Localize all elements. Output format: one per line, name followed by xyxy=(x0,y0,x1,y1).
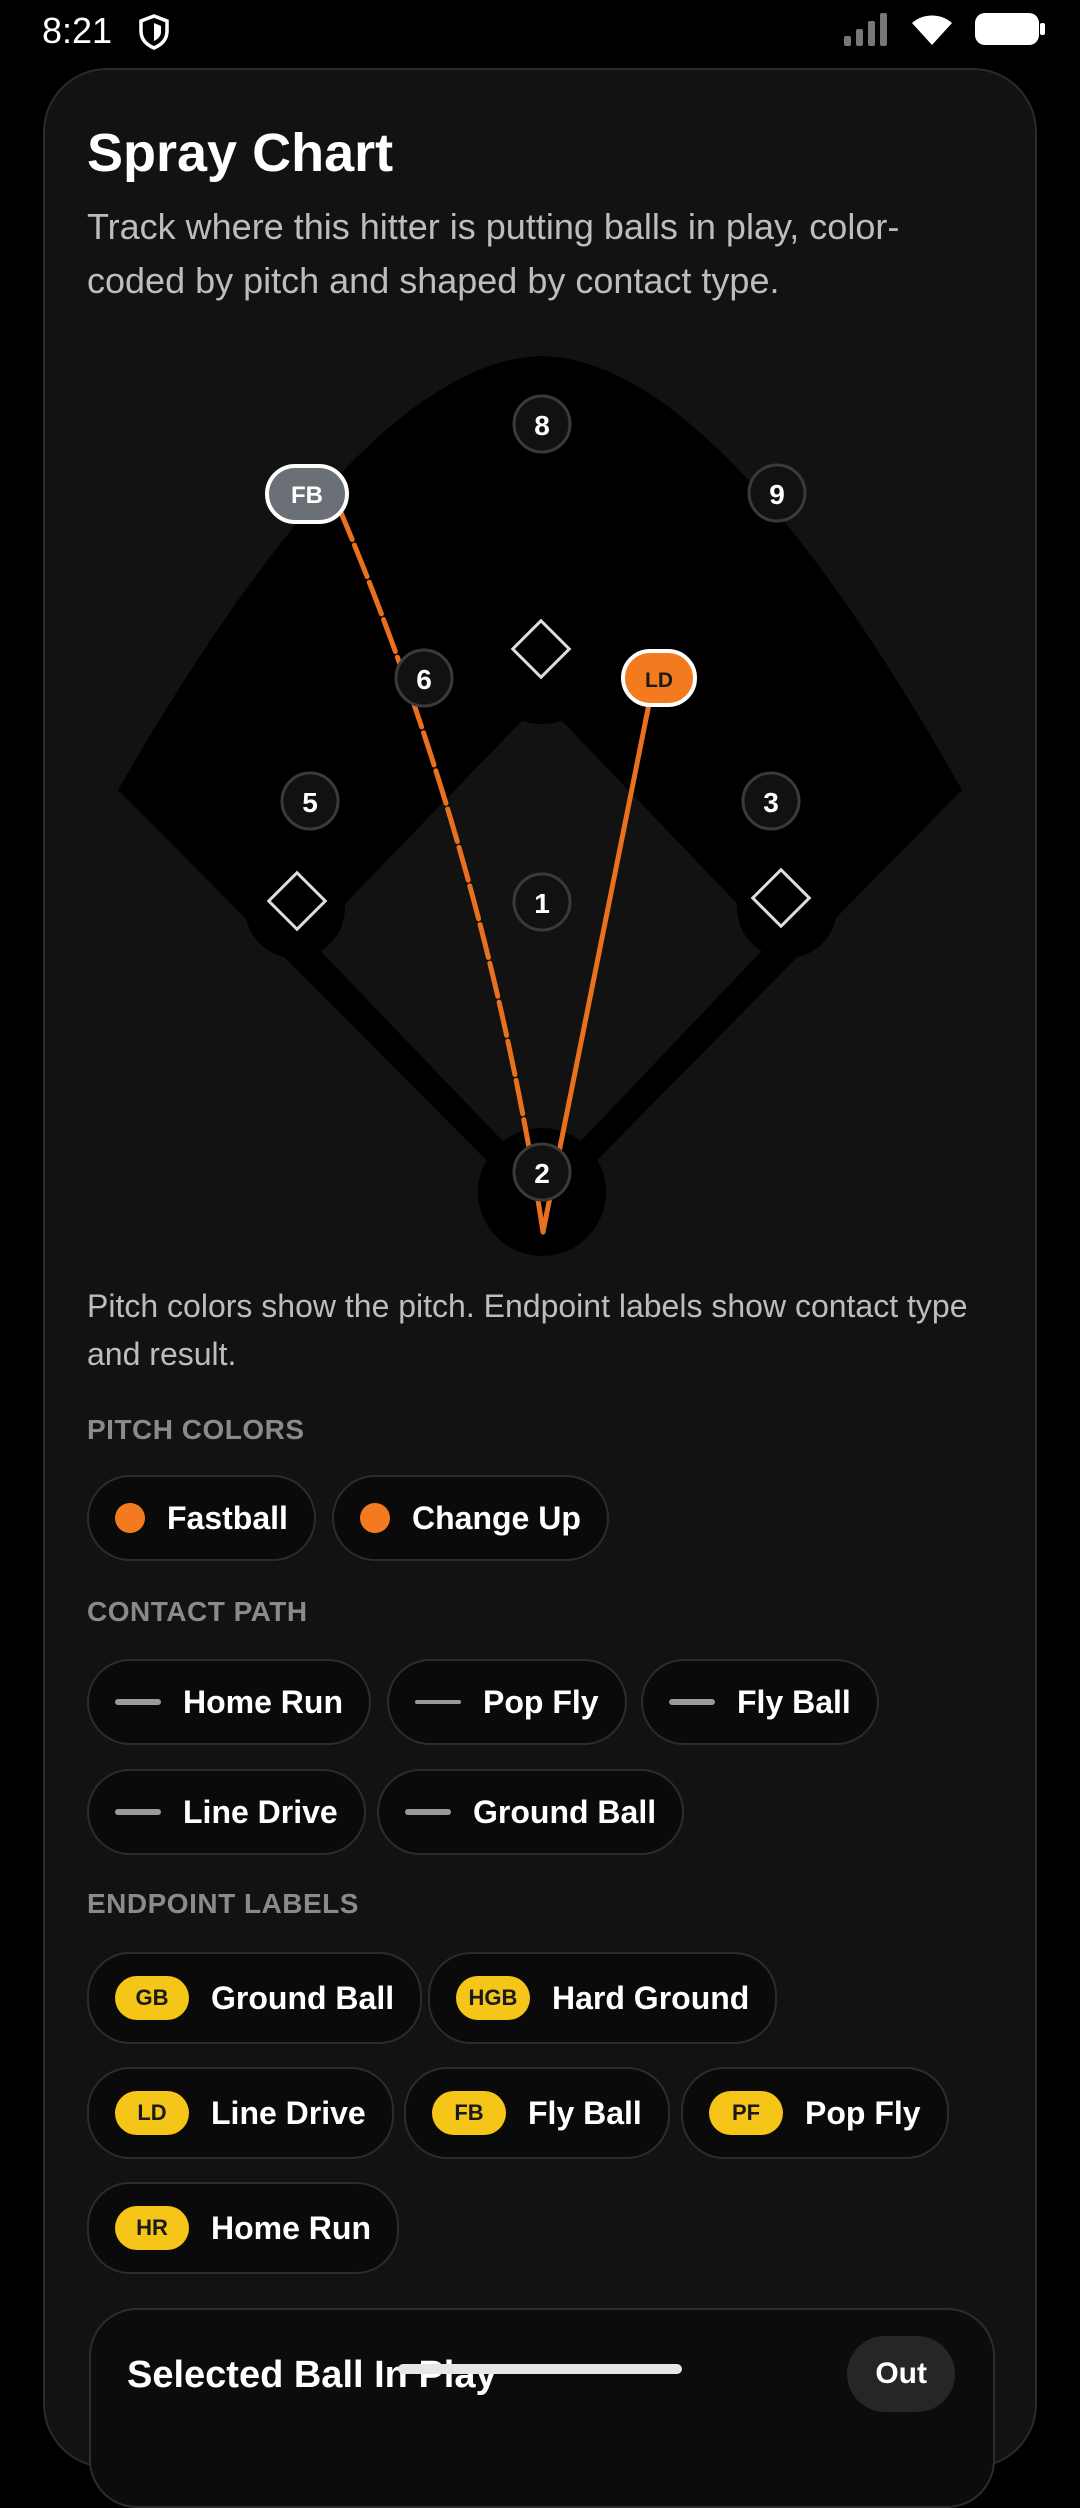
contact-chip-home-run[interactable]: Home Run xyxy=(87,1659,371,1745)
endpoint-chip-hr[interactable]: HR Home Run xyxy=(87,2182,399,2274)
shield-icon xyxy=(138,14,170,55)
position-marker-cf[interactable]: 8 xyxy=(512,394,572,454)
contact-chip-label: Fly Ball xyxy=(737,1683,851,1720)
ball-label-ld: LD xyxy=(645,669,673,692)
endpoint-chip-hgb[interactable]: HGB Hard Ground xyxy=(428,1952,778,2044)
legend-note: Pitch colors show the pitch. Endpoint la… xyxy=(87,1288,968,1372)
selected-ball-title: Selected Ball In Play xyxy=(127,2354,497,2396)
endpoint-chip-label: Ground Ball xyxy=(211,1979,395,2016)
contact-chip-ground-ball[interactable]: Ground Ball xyxy=(377,1769,685,1855)
pitch-chip-label: Change Up xyxy=(412,1499,581,1536)
position-marker-rf[interactable]: 9 xyxy=(747,463,807,523)
second-base-cutout xyxy=(478,596,606,724)
endpoint-chip-label: Hard Ground xyxy=(552,1979,750,2016)
path-style-swatch xyxy=(415,1700,461,1704)
endpoint-badge: LD xyxy=(115,2091,189,2135)
endpoint-labels-heading: ENDPOINT LABELS xyxy=(87,1888,359,1919)
wifi-icon xyxy=(910,12,954,51)
path-style-swatch xyxy=(115,1699,161,1705)
pitch-chip-label: Fastball xyxy=(167,1499,288,1536)
position-marker-c[interactable]: 2 xyxy=(512,1142,572,1202)
position-label-c: 2 xyxy=(534,1158,550,1189)
endpoint-chip-label: Fly Ball xyxy=(528,2094,642,2131)
home-indicator[interactable] xyxy=(398,2364,682,2374)
ball-label-fb: FB xyxy=(291,482,323,509)
pitch-colors-heading: PITCH COLORS xyxy=(87,1414,305,1445)
pitch-color-dot xyxy=(360,1503,390,1533)
first-base-cutout xyxy=(737,858,837,958)
position-marker-1b[interactable]: 3 xyxy=(741,771,801,831)
path-style-swatch xyxy=(405,1809,451,1815)
endpoint-chip-fb[interactable]: FB Fly Ball xyxy=(404,2067,670,2159)
pitch-color-dot xyxy=(115,1503,145,1533)
position-label-p: 1 xyxy=(534,888,550,919)
contact-chip-label: Home Run xyxy=(183,1683,343,1720)
status-time: 8:21 xyxy=(42,10,113,51)
position-label-3b: 5 xyxy=(302,787,318,818)
endpoint-chip-ld[interactable]: LD Line Drive xyxy=(87,2067,394,2159)
position-label-ss: 6 xyxy=(416,664,432,695)
position-marker-ss[interactable]: 6 xyxy=(394,648,454,708)
contact-chip-label: Pop Fly xyxy=(483,1683,599,1720)
position-marker-3b[interactable]: 5 xyxy=(280,771,340,831)
ball-marker-ld[interactable]: LD xyxy=(621,649,697,707)
battery-icon xyxy=(974,12,1046,51)
endpoint-chip-label: Line Drive xyxy=(211,2094,366,2131)
ball-marker-fb[interactable]: FB xyxy=(265,464,349,524)
signal-icon xyxy=(844,12,890,51)
result-badge: Out xyxy=(847,2336,955,2412)
endpoint-chip-gb[interactable]: GB Ground Ball xyxy=(87,1952,423,2044)
contact-chip-pop-fly[interactable]: Pop Fly xyxy=(387,1659,627,1745)
endpoint-chip-pf[interactable]: PF Pop Fly xyxy=(681,2067,949,2159)
contact-chip-fly-ball[interactable]: Fly Ball xyxy=(641,1659,879,1745)
endpoint-badge: HGB xyxy=(456,1976,530,2020)
pitch-chip-change-up[interactable]: Change Up xyxy=(332,1475,609,1561)
pitch-chip-fastball[interactable]: Fastball xyxy=(87,1475,316,1561)
position-label-rf: 9 xyxy=(769,479,785,510)
endpoint-chip-label: Home Run xyxy=(211,2209,371,2246)
contact-chip-label: Line Drive xyxy=(183,1793,338,1830)
selected-ball-card[interactable]: Selected Ball In Play Out xyxy=(89,2308,995,2508)
endpoint-badge: PF xyxy=(709,2091,783,2135)
spray-chart-card: Spray Chart Track where this hitter is p… xyxy=(43,68,1037,2508)
position-label-cf: 8 xyxy=(534,410,550,441)
position-marker-p[interactable]: 1 xyxy=(512,872,572,932)
path-style-swatch xyxy=(115,1809,161,1815)
contact-chip-label: Ground Ball xyxy=(473,1793,657,1830)
contact-chip-line-drive[interactable]: Line Drive xyxy=(87,1769,366,1855)
endpoint-chip-label: Pop Fly xyxy=(805,2094,921,2131)
baseball-field: 8 9 6 5 3 1 2 FB LD xyxy=(118,356,962,1256)
position-label-1b: 3 xyxy=(763,787,779,818)
endpoint-badge: HR xyxy=(115,2206,189,2250)
status-bar: 8:21 xyxy=(0,0,1080,62)
endpoint-badge: FB xyxy=(432,2091,506,2135)
endpoint-badge: GB xyxy=(115,1976,189,2020)
path-style-swatch xyxy=(669,1699,715,1705)
contact-path-heading: CONTACT PATH xyxy=(87,1596,308,1627)
